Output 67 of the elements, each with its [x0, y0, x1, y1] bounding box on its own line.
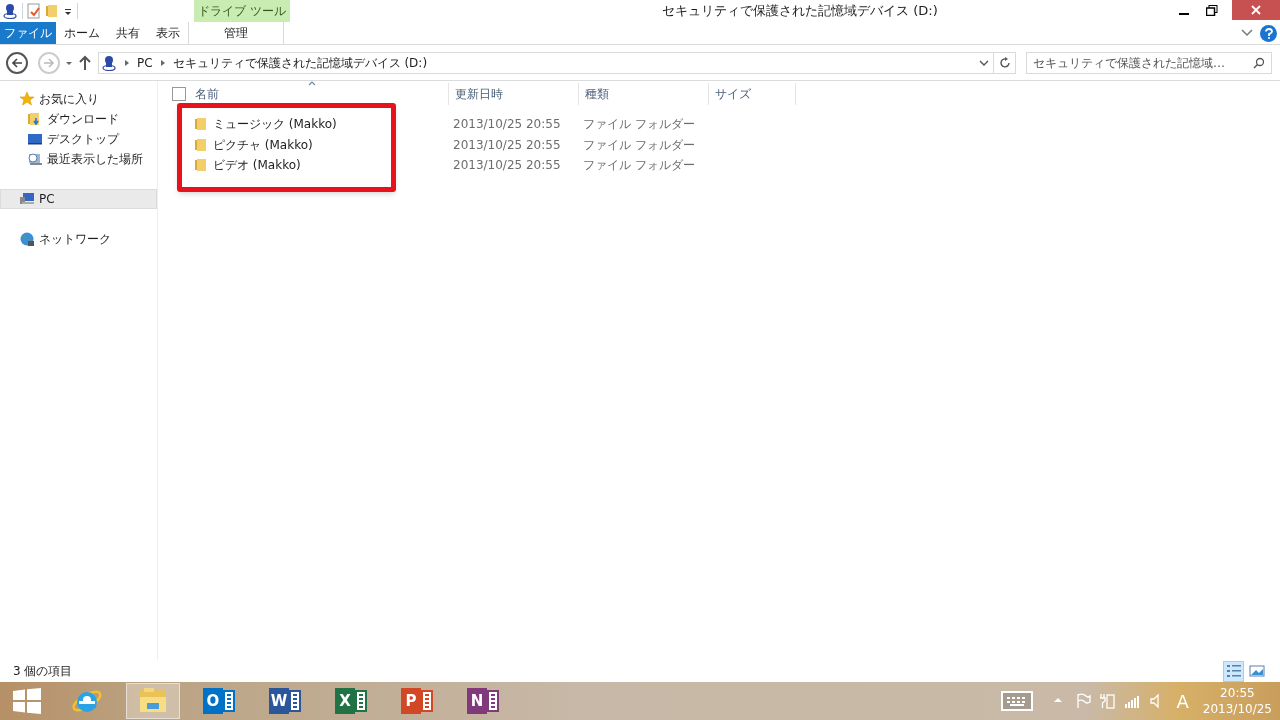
nav-item[interactable]: 最近表示した場所: [0, 149, 157, 169]
app-letter-icon: O: [203, 688, 223, 714]
file-type: ファイル フォルダー: [583, 158, 695, 173]
file-explorer-taskbar-icon[interactable]: [126, 683, 180, 719]
modified-date: 2013/10/25 20:55: [453, 158, 561, 173]
search-field[interactable]: セキュリティで保護された記憶域…: [1026, 51, 1272, 74]
app-letter-icon: W: [269, 688, 289, 714]
column-header[interactable]: 更新日時: [449, 83, 579, 105]
nav-item[interactable]: デスクトップ: [0, 129, 157, 149]
file-type: ファイル フォルダー: [583, 117, 695, 132]
folder-icon: [194, 136, 208, 153]
folder-icon: [45, 3, 59, 19]
ribbon-tab[interactable]: 管理: [189, 22, 283, 44]
breadcrumb-item[interactable]: セキュリティで保護された記憶域デバイス (D:): [172, 53, 428, 72]
drive-icon: [2, 3, 18, 19]
help-icon: [1264, 27, 1273, 39]
file-name[interactable]: ビデオ (Makko): [213, 156, 301, 175]
file-tab[interactable]: ファイル: [0, 22, 56, 44]
context-tab-group-title: ドライブ ツール: [198, 3, 286, 20]
back-button[interactable]: [6, 51, 28, 74]
close-button[interactable]: [1232, 0, 1280, 20]
select-all-checkbox[interactable]: [172, 87, 186, 101]
up-arrow-icon[interactable]: [78, 54, 92, 71]
file-name[interactable]: ピクチャ (Makko): [213, 135, 313, 154]
restore-icon: [1206, 4, 1218, 16]
nav-item[interactable]: ネットワーク: [0, 229, 157, 249]
app-letter-icon: X: [335, 688, 355, 714]
nav-item[interactable]: ダウンロード: [0, 109, 157, 129]
close-icon: [1251, 5, 1261, 15]
ribbon-tab[interactable]: 共有: [108, 22, 148, 44]
ribbon-tab[interactable]: ホーム: [56, 22, 108, 44]
folder-icon: [194, 157, 208, 174]
column-header[interactable]: 種類: [579, 83, 709, 105]
nav-item[interactable]: PC: [0, 189, 157, 209]
help-button[interactable]: [1260, 24, 1277, 42]
chevron-icon: [159, 58, 166, 67]
document-icon: [27, 3, 41, 19]
breadcrumb-item[interactable]: PC: [137, 53, 153, 72]
modified-date: 2013/10/25 20:55: [453, 137, 561, 152]
app-letter-icon: P: [401, 688, 421, 714]
item-count: 3 個の項目: [13, 663, 73, 680]
modified-date: 2013/10/25 20:55: [453, 117, 561, 132]
folder-icon: [194, 116, 208, 133]
globe-icon: [19, 231, 35, 247]
column-header[interactable]: サイズ: [709, 83, 796, 105]
chevron-icon: [124, 58, 130, 67]
nav-item[interactable]: お気に入り: [0, 89, 157, 109]
monitor-icon: [27, 131, 43, 147]
window-title: セキュリティで保護された記憶域デバイス (D:): [661, 2, 939, 21]
details-view-button[interactable]: [1223, 660, 1244, 682]
touch-keyboard-button[interactable]: [1000, 691, 1033, 711]
column-header[interactable]: 名前: [189, 83, 449, 105]
star-icon: [19, 91, 35, 107]
search-icon: [1253, 56, 1265, 69]
windows-logo-icon: [13, 688, 41, 714]
drive-icon: [101, 54, 117, 71]
file-name[interactable]: ミュージック (Makko): [213, 115, 337, 134]
ribbon-tab[interactable]: 表示: [148, 22, 188, 44]
file-type: ファイル フォルダー: [583, 137, 695, 152]
back-arrow-icon: [11, 57, 23, 68]
app-letter-icon: N: [467, 688, 487, 714]
recent-places-icon: [27, 151, 43, 167]
refresh-icon: [998, 56, 1011, 69]
forward-arrow-icon: [43, 57, 55, 68]
computer-icon: [19, 191, 35, 207]
battery-plug-icon[interactable]: [1097, 691, 1116, 711]
sort-icon: [308, 81, 316, 86]
